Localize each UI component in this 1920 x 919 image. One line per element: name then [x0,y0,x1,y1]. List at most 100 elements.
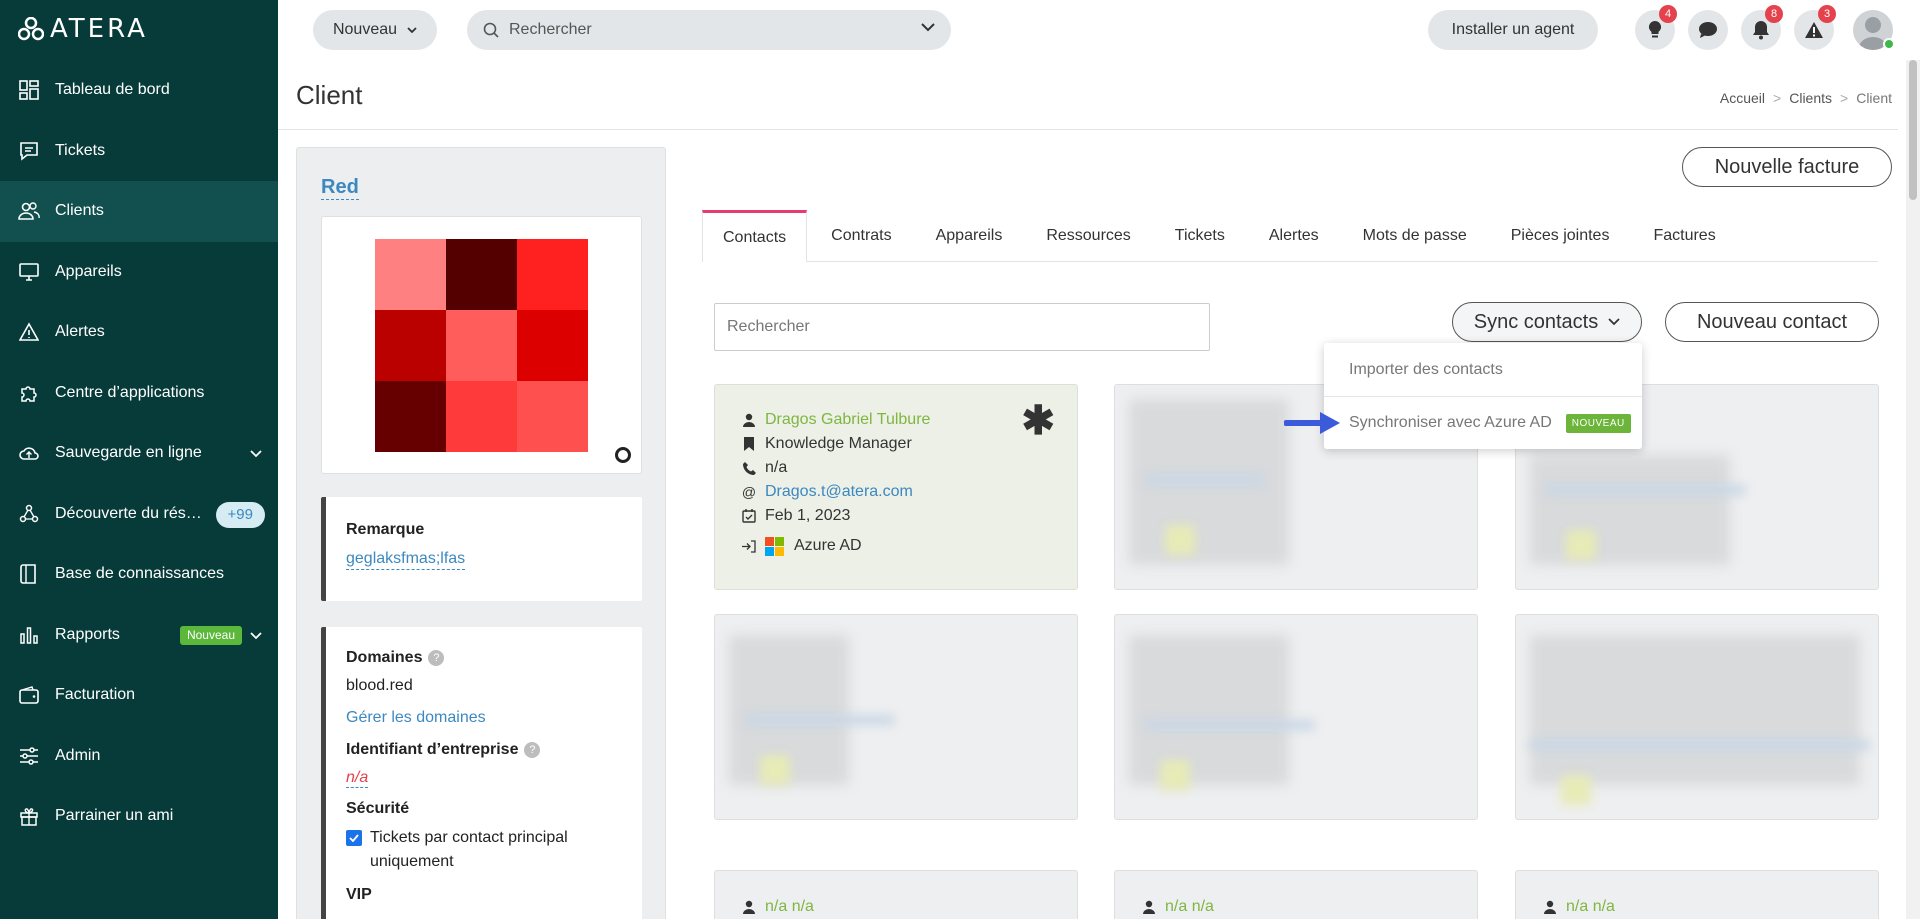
alerts-badge: 3 [1818,5,1836,23]
sidebar-item-1[interactable]: Tickets [0,121,278,182]
contact-email-row: @ Dragos.t@atera.com [741,480,930,504]
lightbulb-button[interactable]: 4 [1635,5,1677,50]
page-title: Client [296,80,363,110]
contact-card-primary[interactable]: Dragos Gabriel Tulbure Knowledge Manager… [714,384,1078,590]
microsoft-logo-icon [765,536,784,556]
sidebar-item-7[interactable]: Découverte du rés… +99 [0,484,278,545]
contact-card[interactable]: n/a n/a [1515,870,1879,919]
tab-6[interactable]: Mots de passe [1343,210,1487,262]
sidebar-item-4[interactable]: Alertes [0,302,278,363]
breadcrumb-clients[interactable]: Clients [1789,90,1832,106]
sidebar-item-0[interactable]: Tableau de bord [0,60,278,121]
help-icon[interactable]: ? [428,649,445,666]
contact-card[interactable]: n/a n/a [714,870,1078,919]
sidebar-item-5[interactable]: Centre d’applications [0,363,278,424]
contact-name[interactable]: n/a n/a [1165,898,1214,916]
chevron-down-icon[interactable] [250,445,262,463]
chat-button[interactable] [1688,10,1728,50]
new-contact-button[interactable]: Nouveau contact [1665,302,1879,342]
contact-card-blurred[interactable] [1515,614,1879,820]
page-scrollbar[interactable] [1906,60,1920,919]
sidebar-item-label: Parrainer un ami [55,807,174,825]
new-invoice-button[interactable]: Nouvelle facture [1682,147,1892,187]
client-logo-box[interactable] [321,216,642,474]
tab-5[interactable]: Alertes [1249,210,1339,262]
book-icon [18,563,40,585]
logo-edit-ring-icon[interactable] [615,447,631,463]
sidebar-item-12[interactable]: Parrainer un ami [0,786,278,847]
tab-0[interactable]: Contacts [702,210,808,262]
client-info-panel: Red Remarque geglaksfmas;lfas Domaines? … [296,147,666,919]
manage-domains-link[interactable]: Gérer les domaines [346,709,642,727]
company-id-value[interactable]: n/a [346,769,369,788]
tab-8[interactable]: Factures [1633,210,1735,262]
person-icon [741,413,757,427]
client-name[interactable]: Red [321,176,359,200]
contact-card[interactable]: n/a n/a [1114,870,1478,919]
person-icon [741,900,757,914]
header-divider [278,129,1898,130]
lightbulb-badge: 4 [1659,5,1677,23]
contact-name[interactable]: n/a n/a [765,898,814,916]
global-search-input[interactable]: Rechercher [467,10,951,50]
tab-7[interactable]: Pièces jointes [1491,210,1630,262]
chart-icon [18,624,40,646]
logo-text: ATERA [50,14,148,44]
sync-contacts-button[interactable]: Sync contacts [1452,302,1642,342]
tab-1[interactable]: Contrats [811,210,911,262]
notifications-button[interactable]: 8 [1741,5,1783,50]
contact-name-row: n/a n/a [1141,895,1214,919]
contact-name[interactable]: Dragos Gabriel Tulbure [765,411,930,429]
blurred-content [1530,635,1860,785]
contact-date: Feb 1, 2023 [765,507,851,524]
sign-in-icon [741,539,757,553]
contact-name-row: Dragos Gabriel Tulbure [741,408,930,432]
sync-contacts-label: Sync contacts [1473,310,1599,333]
new-contact-label: Nouveau contact [1696,310,1848,333]
sidebar-new-badge: Nouveau [179,625,242,645]
blurred-content [1145,475,1265,485]
logo-tile [517,239,588,310]
contact-name[interactable]: n/a n/a [1566,898,1615,916]
logo-tile [446,381,517,452]
remark-card: Remarque geglaksfmas;lfas [321,497,642,601]
online-status-dot [1883,38,1895,50]
sidebar-item-3[interactable]: Appareils [0,242,278,303]
sidebar-item-label: Sauvegarde en ligne [55,444,202,462]
sidebar-item-2[interactable]: Clients [0,181,278,242]
logo-tile [375,381,446,452]
blurred-content [1530,455,1730,565]
contacts-search-input[interactable]: Rechercher [714,303,1210,351]
install-agent-button[interactable]: Installer un agent [1428,10,1598,50]
tab-2[interactable]: Appareils [916,210,1023,262]
scrollbar-thumb[interactable] [1909,60,1917,200]
remark-value[interactable]: geglaksfmas;lfas [346,549,466,570]
cloud-icon [18,442,40,464]
company-id-label: Identifiant d’entreprise [346,741,519,758]
sidebar-item-8[interactable]: Base de connaissances [0,544,278,605]
remark-label: Remarque [346,521,425,538]
security-checkbox[interactable] [346,830,362,846]
chevron-down-icon[interactable] [921,23,935,32]
contacts-search-placeholder: Rechercher [727,318,810,335]
atera-logo[interactable]: ATERA [18,14,148,44]
chevron-down-icon[interactable] [250,627,262,645]
sidebar-item-6[interactable]: Sauvegarde en ligne [0,423,278,484]
sidebar-item-9[interactable]: Rapports Nouveau [0,605,278,666]
help-icon[interactable]: ? [524,741,541,758]
new-button[interactable]: Nouveau [313,10,437,50]
contact-card-blurred[interactable] [1114,614,1478,820]
contact-email[interactable]: Dragos.t@atera.com [765,483,913,501]
blurred-content [760,755,790,785]
tab-3[interactable]: Ressources [1026,210,1150,262]
alerts-button[interactable]: 3 [1794,5,1836,50]
import-contacts-menu-item[interactable]: Importer des contacts [1324,343,1642,396]
tab-4[interactable]: Tickets [1155,210,1245,262]
breadcrumb: Accueil > Clients > Client [1720,90,1892,106]
sync-azure-ad-menu-item[interactable]: Synchroniser avec Azure AD NOUVEAU [1324,396,1642,449]
sidebar-item-11[interactable]: Admin [0,726,278,787]
breadcrumb-home[interactable]: Accueil [1720,90,1765,106]
sidebar-item-10[interactable]: Facturation [0,665,278,726]
contact-card-blurred[interactable] [714,614,1078,820]
new-invoice-label: Nouvelle facture [1714,155,1860,178]
